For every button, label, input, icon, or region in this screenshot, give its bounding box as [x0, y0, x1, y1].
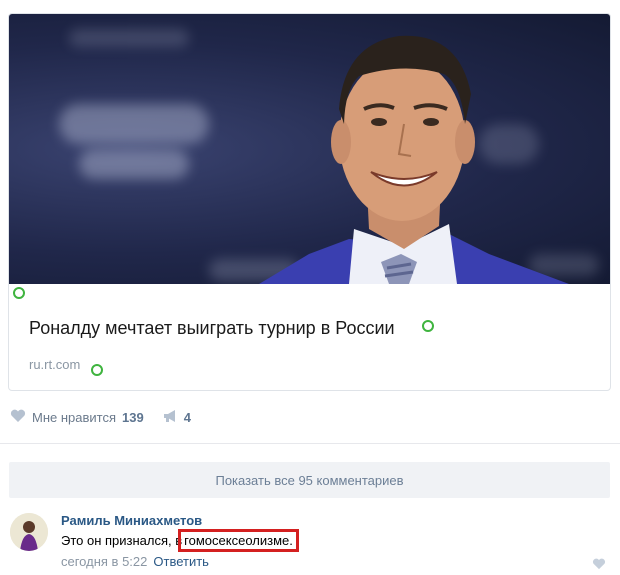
article-card[interactable]: Роналду мечтает выиграть турнир в России…: [8, 13, 611, 391]
comment-author[interactable]: Рамиль Миниахметов: [61, 513, 202, 528]
heart-icon[interactable]: [10, 409, 26, 426]
green-marker-icon: [91, 364, 103, 376]
article-domain[interactable]: ru.rt.com: [29, 357, 80, 372]
avatar[interactable]: [10, 513, 48, 551]
green-marker-icon: [13, 287, 25, 299]
article-title[interactable]: Роналду мечтает выиграть турнир в России: [29, 318, 395, 339]
article-photo[interactable]: [9, 14, 610, 284]
reply-button[interactable]: Ответить: [153, 554, 209, 569]
comment-meta: сегодня в 5:22 Ответить: [61, 554, 209, 569]
comment-text: Это он признался, в гомосексеолизме.: [61, 529, 299, 552]
green-marker-icon: [422, 320, 434, 332]
heart-icon[interactable]: [592, 557, 606, 575]
divider: [0, 443, 620, 444]
like-count: 139: [122, 409, 144, 425]
show-all-comments-button[interactable]: Показать все 95 комментариев: [9, 462, 610, 498]
person-image: [259, 35, 569, 284]
share-count: 4: [183, 409, 191, 425]
comment-time[interactable]: сегодня в 5:22: [61, 554, 147, 569]
post-actions: Мне нравится 139 4: [10, 407, 191, 427]
like-button-label[interactable]: Мне нравится: [32, 410, 116, 425]
megaphone-icon[interactable]: [162, 409, 178, 426]
highlighted-word: гомосексеолизме.: [178, 529, 299, 552]
